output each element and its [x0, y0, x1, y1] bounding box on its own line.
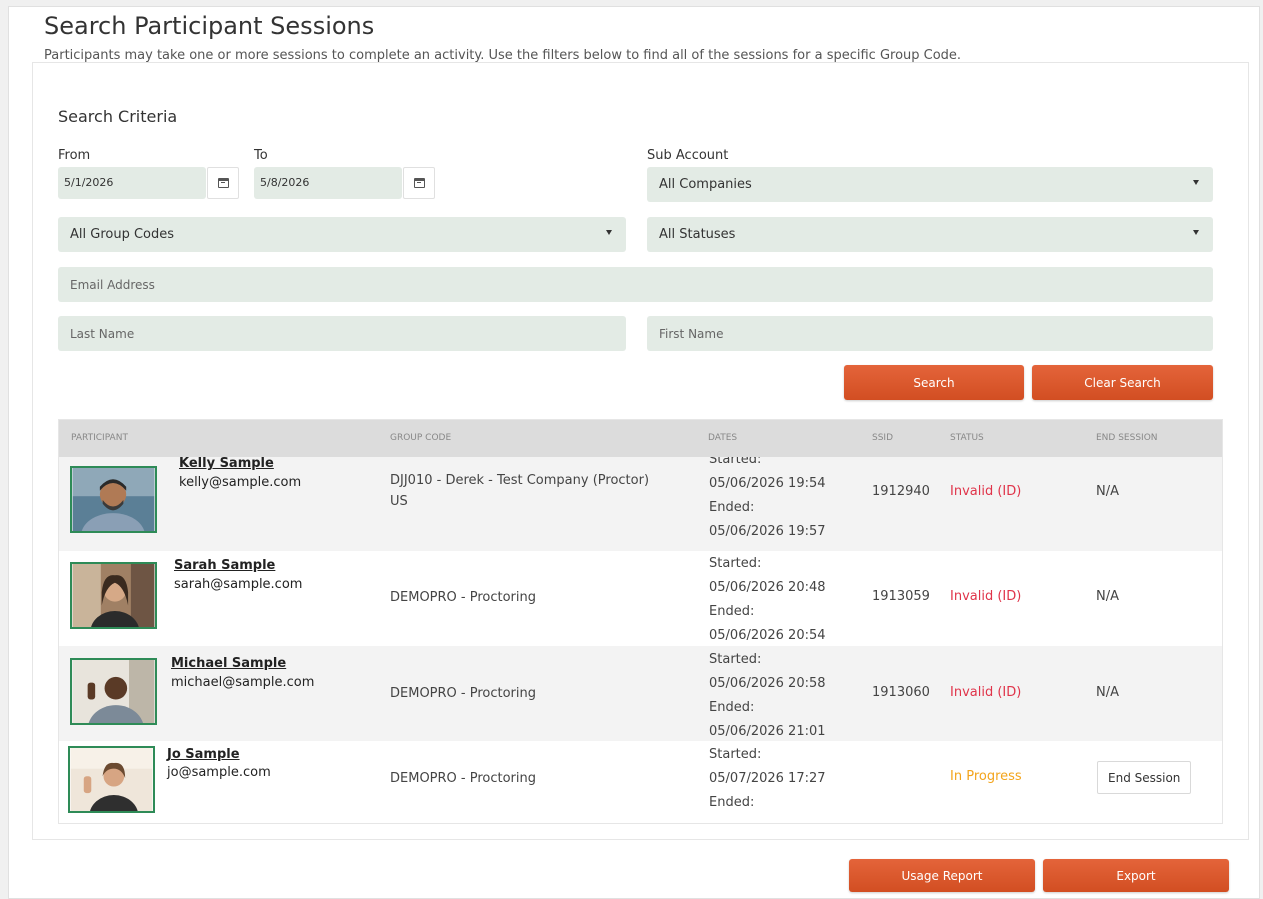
header-status: Status: [950, 433, 984, 443]
started-label: Started:: [709, 747, 762, 762]
participant-photo: [72, 660, 155, 723]
group-code-value: All Group Codes: [70, 227, 175, 242]
table-header: Participant Group Code Dates SSID Status…: [59, 420, 1222, 457]
ssid: 1913060: [872, 685, 930, 700]
end-session-button[interactable]: End Session: [1097, 761, 1192, 794]
ended-label: Ended:: [709, 700, 755, 715]
header-group-code: Group Code: [390, 433, 452, 443]
from-label: From: [58, 148, 91, 163]
ended-date: 05/06/2026 20:54: [709, 628, 826, 643]
first-name-input[interactable]: [647, 316, 1213, 351]
participant-email: jo@sample.com: [167, 765, 271, 780]
started-label: Started:: [709, 652, 762, 667]
ssid: 1913059: [872, 589, 930, 604]
group-code-line: US: [390, 494, 408, 509]
results-table: Participant Group Code Dates SSID Status…: [58, 419, 1223, 824]
to-date-input[interactable]: 5/8/2026: [254, 167, 402, 199]
status-badge: Invalid (ID): [950, 685, 1022, 700]
sub-account-label: Sub Account: [647, 148, 729, 163]
chevron-down-icon: [1193, 180, 1199, 185]
end-session-na: N/A: [1096, 589, 1119, 604]
avatar: [70, 658, 157, 725]
session-dates: Started: 05/07/2026 17:27 Ended:: [709, 743, 826, 815]
from-date-input[interactable]: 5/1/2026: [58, 167, 206, 199]
from-calendar-button[interactable]: [207, 167, 239, 199]
last-name-input[interactable]: [58, 316, 626, 351]
group-code: DEMOPRO - Proctoring: [390, 683, 536, 704]
participant-name-link[interactable]: Sarah Sample: [174, 558, 275, 573]
status-value: All Statuses: [659, 227, 736, 242]
group-code: DEMOPRO - Proctoring: [390, 587, 536, 608]
ssid: 1912940: [872, 484, 930, 499]
header-ssid: SSID: [872, 433, 894, 443]
session-dates: Started: 05/06/2026 20:48 Ended: 05/06/2…: [709, 552, 826, 648]
status-badge: In Progress: [950, 769, 1022, 784]
session-dates: Started: 05/06/2026 19:54 Ended: 05/06/2…: [709, 457, 826, 544]
usage-report-button[interactable]: Usage Report: [849, 859, 1035, 892]
started-date: 05/06/2026 19:54: [709, 476, 826, 491]
table-row: Jo Sample jo@sample.com DEMOPRO - Procto…: [59, 741, 1222, 823]
to-calendar-button[interactable]: [403, 167, 435, 199]
group-code-select[interactable]: All Group Codes: [58, 217, 626, 252]
avatar: [70, 466, 157, 533]
started-label: Started:: [709, 556, 762, 571]
header-participant: Participant: [71, 433, 128, 443]
page-description: Participants may take one or more sessio…: [44, 48, 962, 63]
status-badge: Invalid (ID): [950, 589, 1022, 604]
sub-account-value: All Companies: [659, 177, 752, 192]
ended-label: Ended:: [709, 604, 755, 619]
ended-label: Ended:: [709, 795, 755, 810]
email-input[interactable]: [58, 267, 1213, 302]
export-button[interactable]: Export: [1043, 859, 1229, 892]
end-session-na: N/A: [1096, 685, 1119, 700]
group-code-line: DEMOPRO - Proctoring: [390, 686, 537, 701]
status-badge: Invalid (ID): [950, 484, 1022, 499]
table-row: Sarah Sample sarah@sample.com DEMOPRO - …: [59, 551, 1222, 646]
search-button[interactable]: Search: [844, 365, 1024, 400]
chevron-down-icon: [606, 230, 612, 235]
started-date: 05/07/2026 17:27: [709, 771, 826, 786]
ended-date: 05/06/2026 19:57: [709, 524, 826, 539]
participant-name-link[interactable]: Jo Sample: [167, 747, 240, 762]
table-row: Kelly Sample kelly@sample.com DJJ010 - D…: [59, 457, 1222, 551]
participant-name-link[interactable]: Michael Sample: [171, 656, 286, 671]
participant-email: michael@sample.com: [171, 675, 315, 690]
clear-search-button[interactable]: Clear Search: [1032, 365, 1213, 400]
participant-email: kelly@sample.com: [179, 475, 302, 490]
status-select[interactable]: All Statuses: [647, 217, 1213, 252]
group-code: DEMOPRO - Proctoring: [390, 768, 536, 789]
calendar-icon: [413, 178, 425, 188]
group-code-line: DJJ010 - Derek - Test Company (Proctor): [390, 473, 650, 488]
page-title: Search Participant Sessions: [44, 12, 375, 40]
participant-photo: [72, 564, 155, 627]
participant-photo: [70, 748, 153, 811]
end-session-na: N/A: [1096, 484, 1119, 499]
group-code-line: DEMOPRO - Proctoring: [390, 590, 537, 605]
header-dates: Dates: [708, 433, 738, 443]
chevron-down-icon: [1193, 230, 1199, 235]
search-criteria-heading: Search Criteria: [58, 107, 178, 126]
participant-email: sarah@sample.com: [174, 577, 303, 592]
header-end-session: End Session: [1096, 433, 1158, 443]
started-date: 05/06/2026 20:48: [709, 580, 826, 595]
to-label: To: [254, 148, 268, 163]
ended-label: Ended:: [709, 500, 755, 515]
participant-name-link[interactable]: Kelly Sample: [179, 457, 274, 471]
group-code-line: DEMOPRO - Proctoring: [390, 771, 537, 786]
started-date: 05/06/2026 20:58: [709, 676, 826, 691]
calendar-icon: [217, 178, 229, 188]
session-dates: Started: 05/06/2026 20:58 Ended: 05/06/2…: [709, 648, 826, 744]
group-code: DJJ010 - Derek - Test Company (Proctor) …: [390, 470, 649, 512]
table-row: Michael Sample michael@sample.com DEMOPR…: [59, 646, 1222, 741]
sub-account-select[interactable]: All Companies: [647, 167, 1213, 202]
started-label: Started:: [709, 457, 762, 467]
avatar: [68, 746, 155, 813]
participant-photo: [72, 468, 155, 531]
avatar: [70, 562, 157, 629]
